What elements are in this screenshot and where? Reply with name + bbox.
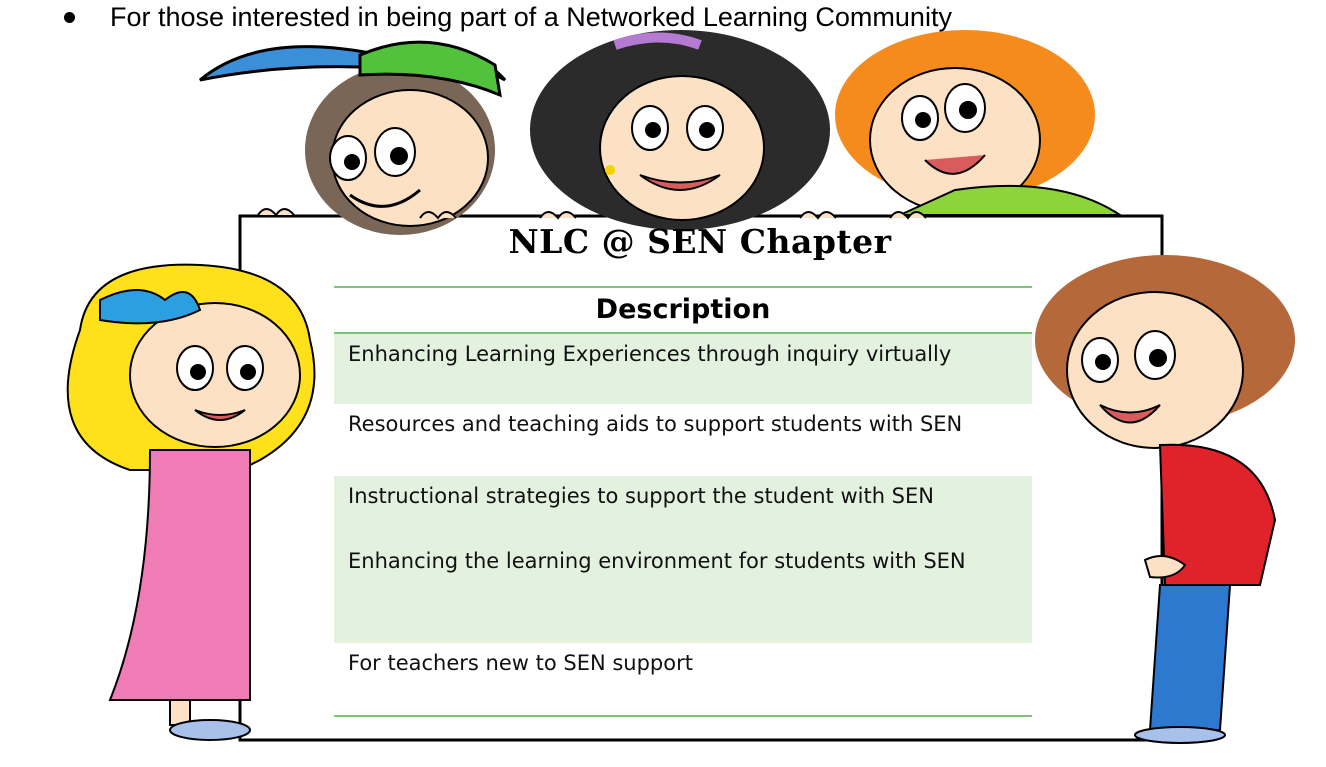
table-header: Description — [595, 294, 771, 325]
board-title: NLC @ SEN Chapter — [508, 222, 892, 261]
table-row: Resources and teaching aids to support s… — [348, 412, 963, 436]
boy-with-cap — [199, 40, 507, 235]
table-row: Enhancing Learning Experiences through i… — [334, 334, 1032, 404]
table-row: Enhancing the learning environment for s… — [334, 541, 1032, 643]
table-bottom-rule — [334, 715, 1032, 717]
table-row: Instructional strategies to support the … — [334, 476, 1032, 541]
description-table: Description Enhancing Learning Experienc… — [334, 286, 1032, 717]
girl-curly-hair — [530, 30, 837, 230]
table-row: For teachers new to SEN support — [348, 651, 693, 675]
boy-orange-hair — [835, 30, 1124, 220]
